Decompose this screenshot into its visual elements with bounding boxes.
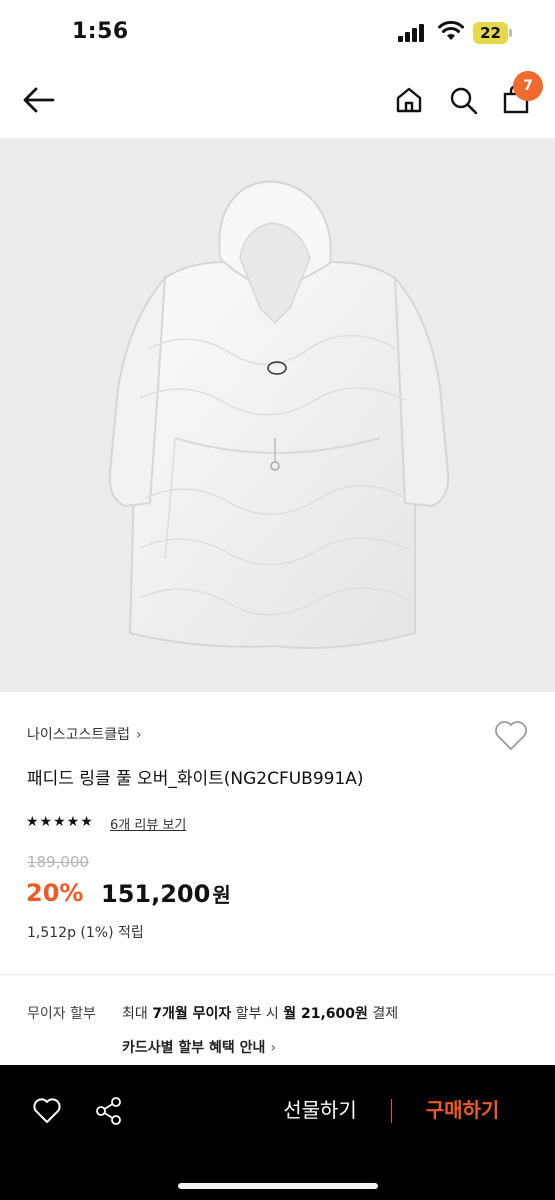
installment-text-1: 최대 <box>122 1006 153 1022</box>
discount-rate: 20% <box>26 879 84 907</box>
brand-link[interactable]: 나이스고스트클럽 › <box>27 724 142 744</box>
heart-icon[interactable] <box>32 1097 62 1125</box>
chevron-right-icon: › <box>136 727 142 743</box>
installment-months: 7개월 무이자 <box>152 1006 232 1022</box>
battery-level: 22 <box>480 24 501 42</box>
price-unit: 원 <box>212 883 231 907</box>
sale-price-value: 151,200 <box>101 880 211 908</box>
product-title: 패디드 링클 풀 오버_화이트(NG2CFUB991A) <box>27 769 364 789</box>
wifi-icon <box>438 20 464 40</box>
installment-text-2: 할부 시 <box>231 1006 284 1022</box>
home-indicator <box>178 1183 378 1189</box>
original-price: 189,000 <box>27 853 90 871</box>
product-photo <box>108 180 450 649</box>
status-time: 1:56 <box>72 19 129 44</box>
chevron-right-icon: › <box>270 1040 277 1056</box>
search-icon[interactable] <box>449 86 478 115</box>
buy-button[interactable]: 구매하기 <box>405 1094 520 1128</box>
installment-monthly: 월 21,600원 <box>283 1006 368 1022</box>
bottom-action-bar <box>0 1065 555 1200</box>
product-image[interactable] <box>0 138 555 692</box>
heart-icon[interactable] <box>494 720 528 752</box>
installment-label: 무이자 할부 <box>27 1006 96 1022</box>
card-benefit-link[interactable]: 카드사별 할부 혜택 안내 › <box>122 1037 276 1057</box>
home-icon[interactable] <box>395 86 423 114</box>
installment-info: 최대 7개월 무이자 할부 시 월 21,600원 결제 <box>122 1003 398 1023</box>
installment-text-3: 결제 <box>367 1006 399 1022</box>
battery-icon: 22 <box>473 22 513 44</box>
brand-name: 나이스고스트클럽 <box>27 727 131 743</box>
reward-points: 1,512p (1%) 적립 <box>27 925 144 941</box>
gift-button[interactable]: 선물하기 <box>262 1094 378 1128</box>
sale-price: 151,200 원 <box>101 879 231 908</box>
review-link[interactable]: 6개 리뷰 보기 <box>110 814 186 833</box>
share-icon[interactable] <box>94 1096 124 1126</box>
divider <box>0 974 555 975</box>
card-benefit-label: 카드사별 할부 혜택 안내 <box>122 1040 266 1056</box>
nav-bar <box>0 66 555 138</box>
back-arrow-icon[interactable] <box>22 86 56 114</box>
cart-count-badge: 7 <box>513 71 543 101</box>
signal-icon <box>398 24 428 42</box>
status-bar: 1:56 22 <box>0 0 555 66</box>
star-icon: ★★★★★ <box>26 814 94 830</box>
divider <box>391 1099 392 1123</box>
